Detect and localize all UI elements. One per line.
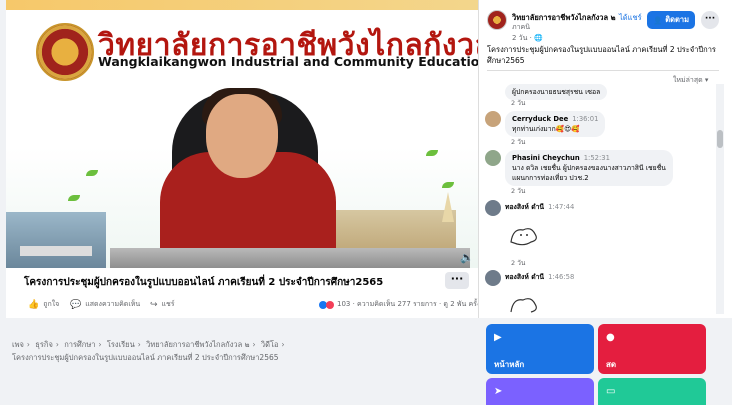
comment-meta[interactable]: 2 วัน <box>511 98 525 108</box>
comments-scrollbar[interactable] <box>716 84 724 314</box>
comment-timestamp[interactable]: 1:52:31 <box>584 154 610 162</box>
comment-meta[interactable]: 2 วัน <box>511 258 525 268</box>
volume-icon[interactable]: 🔈 <box>460 252 474 264</box>
shows-tile[interactable]: ➤ <box>486 378 594 405</box>
breadcrumb-item[interactable]: วิดีโอ <box>261 340 279 349</box>
tile-label: สด <box>606 360 617 369</box>
play-icon: ▶ <box>494 332 502 343</box>
breadcrumb-current: โครงการประชุมผู้ปกครองในรูปแบบออนไลน์ ภา… <box>12 353 279 362</box>
send-icon: ➤ <box>494 386 503 397</box>
comment-bubble: Phasini Cheychun 1:52:31 นาง ดวิล เชยชื่น… <box>505 150 673 186</box>
comment-header: ทองสิงห์ ดำนี 1:46:58 <box>505 271 574 282</box>
comment-text: ทุกท่านเก่งมาก🥰😍🥰 <box>512 125 580 133</box>
leaf-decoration <box>442 182 454 188</box>
globe-icon: 🌐 <box>534 34 543 42</box>
breadcrumb-item[interactable]: โรงเรียน <box>107 340 135 349</box>
commenter-avatar[interactable] <box>485 200 501 216</box>
comment-timestamp[interactable]: 1:36:01 <box>572 115 598 123</box>
post-time-text: 2 วัน · <box>512 34 535 42</box>
commenter-name[interactable]: ทองสิงห์ ดำนี <box>505 203 544 211</box>
page-avatar[interactable] <box>487 10 507 30</box>
share-label: แชร์ <box>161 300 175 308</box>
commenter-avatar[interactable] <box>485 111 501 127</box>
video-banner-title-english: Wangklaikangwon Industrial and Community… <box>98 54 478 69</box>
temple-spire <box>442 192 454 222</box>
live-icon: ● <box>606 332 615 343</box>
video-post-info: โครงการประชุมผู้ปกครองในรูปแบบออนไลน์ ภา… <box>6 268 480 318</box>
facebook-watch-page: วิทยาลัยการอาชีพวังไกลกังวล ๒ Wangklaika… <box>0 0 732 405</box>
more-options-button[interactable]: ··· <box>445 272 469 289</box>
breadcrumb-item[interactable]: วิทยาลัยการอาชีพวังไกลกังวล ๒ <box>146 340 249 349</box>
video-title: โครงการประชุมผู้ปกครองในรูปแบบออนไลน์ ภา… <box>24 277 384 288</box>
commenter-name[interactable]: Cerryduck Dee <box>512 115 568 123</box>
commenter-avatar[interactable] <box>485 150 501 166</box>
bookmark-icon: ▭ <box>606 386 616 397</box>
commenter-name[interactable]: Phasini Cheychun <box>512 154 580 162</box>
comment-timestamp[interactable]: 1:46:58 <box>548 273 574 281</box>
breadcrumb-item[interactable]: การศึกษา <box>64 340 95 349</box>
share-button[interactable]: ↪ แชร์ <box>150 299 175 310</box>
comment-label: แสดงความคิดเห็น <box>85 300 141 308</box>
follow-icon: 👤 <box>652 15 663 25</box>
divider <box>487 70 719 71</box>
comment-icon: 💬 <box>70 299 82 310</box>
comment-text-line2: แผนกการท่องเที่ยว ปวช.2 <box>512 174 589 182</box>
leaf-decoration <box>426 150 438 156</box>
live-tile[interactable]: ● สด <box>598 324 706 374</box>
comment-meta[interactable]: 2 วัน <box>511 186 525 196</box>
reactions-summary[interactable]: 103 · ความคิดเห็น 277 รายการ · ดู 2 พัน … <box>319 299 480 310</box>
love-reaction-icon <box>326 300 334 309</box>
shared-label: ได้แชร์ <box>619 13 642 22</box>
tile-label: หน้าหลัก <box>494 360 525 369</box>
breadcrumb-item[interactable]: เพจ <box>12 340 24 349</box>
thumbs-up-icon: 👍 <box>28 299 40 310</box>
college-building-image <box>6 212 106 268</box>
saved-tile[interactable]: ▭ <box>598 378 706 405</box>
leaf-decoration <box>86 170 98 176</box>
comment-text: ผู้ปกครองนายธนชสุรชน เซอล <box>512 88 601 96</box>
speaker-face <box>206 94 278 178</box>
comment-header: ทองสิงห์ ดำนี 1:47:44 <box>505 201 574 212</box>
follow-button[interactable]: 👤 ติดตาม <box>647 11 695 29</box>
comments-panel: วิทยาลัยการอาชีพวังไกลกังวล ๒ ได้แชร์ ภา… <box>478 0 732 318</box>
college-seal-logo <box>36 23 94 81</box>
post-time: 2 วัน · 🌐 <box>512 33 543 44</box>
comment-button[interactable]: 💬 แสดงความคิดเห็น <box>70 299 140 310</box>
comment-bubble: Cerryduck Dee 1:36:01 ทุกท่านเก่งมาก🥰😍🥰 <box>505 111 606 137</box>
follow-label: ติดตาม <box>665 15 690 24</box>
breadcrumb-item[interactable]: ธุรกิจ <box>35 340 53 349</box>
watch-home-tile[interactable]: ▶ หน้าหลัก <box>486 324 594 374</box>
panel-more-button[interactable]: ··· <box>701 11 719 29</box>
page-subtitle: ภาคนิ <box>512 23 531 31</box>
like-button[interactable]: 👍 ถูกใจ <box>28 299 59 310</box>
comment-sort-dropdown[interactable]: ใหม่ล่าสุด ▾ <box>673 75 708 86</box>
desk <box>110 248 470 268</box>
comment-text: นาง ดวิล เชยชื่น ผู้ปกครองของนางสาวภาสิน… <box>512 164 666 172</box>
like-label: ถูกใจ <box>43 300 60 308</box>
comment-meta[interactable]: 2 วัน <box>511 137 525 147</box>
sticker-image <box>510 228 537 246</box>
sticker-image <box>510 298 537 313</box>
leaf-decoration <box>68 195 80 201</box>
commenter-avatar[interactable] <box>485 270 501 286</box>
commenter-name[interactable]: ทองสิงห์ ดำนี <box>505 273 544 281</box>
scrollbar-thumb[interactable] <box>717 130 723 148</box>
reactions-text: 103 · ความคิดเห็น 277 รายการ · ดู 2 พัน … <box>337 300 481 308</box>
share-icon: ↪ <box>150 299 158 310</box>
banner-strip <box>6 0 478 10</box>
breadcrumb: เพจ › ธุรกิจ › การศึกษา › โรงเรียน › วิทยาลั… <box>12 340 285 362</box>
video-player[interactable]: วิทยาลัยการอาชีพวังไกลกังวล ๒ Wangklaika… <box>6 0 478 268</box>
post-caption: โครงการประชุมผู้ปกครองในรูปแบบออนไลน์ ภา… <box>487 45 716 65</box>
comment-timestamp[interactable]: 1:47:44 <box>548 203 574 211</box>
